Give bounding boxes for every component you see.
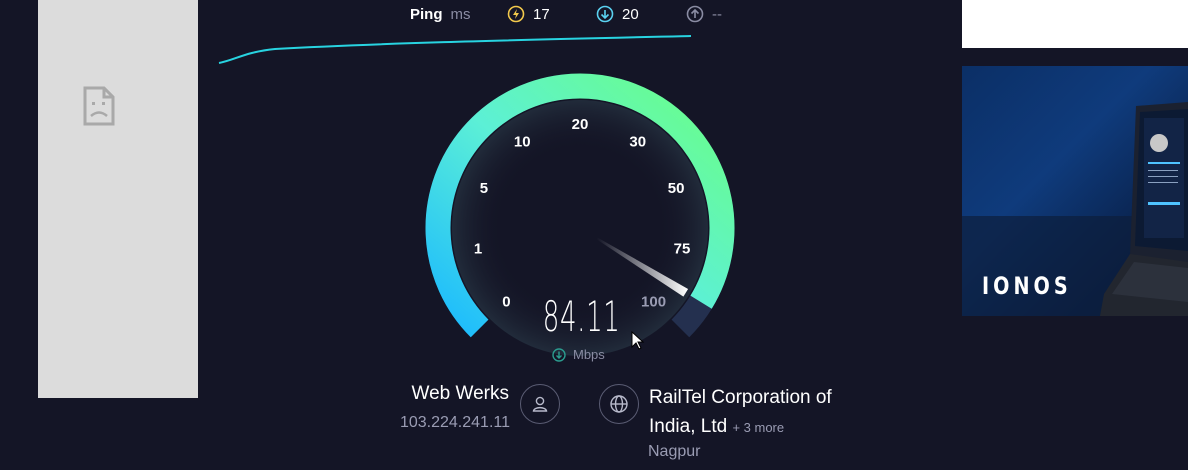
gauge-tick-label: 50: [668, 180, 685, 197]
globe-icon: [610, 395, 628, 413]
speed-gauge: 0 1 5 10 20 30 50 75 100: [425, 73, 735, 356]
gauge-tick-label: 0: [502, 294, 510, 311]
speed-value: 84.11: [542, 292, 621, 341]
gauge-tick-label: 75: [674, 240, 691, 257]
server-name[interactable]: Web Werks: [412, 383, 510, 405]
isp-info-button[interactable]: [599, 384, 639, 424]
download-icon: [552, 347, 566, 362]
isp-name-block[interactable]: RailTel Corporation of India, Ltd + 3 mo…: [649, 383, 879, 442]
speed-unit-row: Mbps: [552, 347, 605, 362]
isp-city: Nagpur: [648, 443, 701, 460]
gauge-tick-label: 10: [514, 134, 531, 151]
server-ip: 103.224.241.11: [399, 414, 510, 431]
gauge-tick-label: 30: [629, 134, 646, 151]
person-icon: [532, 396, 548, 412]
gauge-tick-label: 1: [474, 240, 482, 257]
gauge-tick-label: 20: [572, 116, 589, 133]
gauge-tick-label: 100: [641, 294, 666, 311]
change-server-button[interactable]: [520, 384, 560, 424]
mouse-cursor: [631, 331, 645, 350]
isp-more-link[interactable]: + 3 more: [732, 420, 784, 435]
speed-unit: Mbps: [573, 347, 605, 362]
gauge-tick-label: 5: [480, 180, 488, 197]
